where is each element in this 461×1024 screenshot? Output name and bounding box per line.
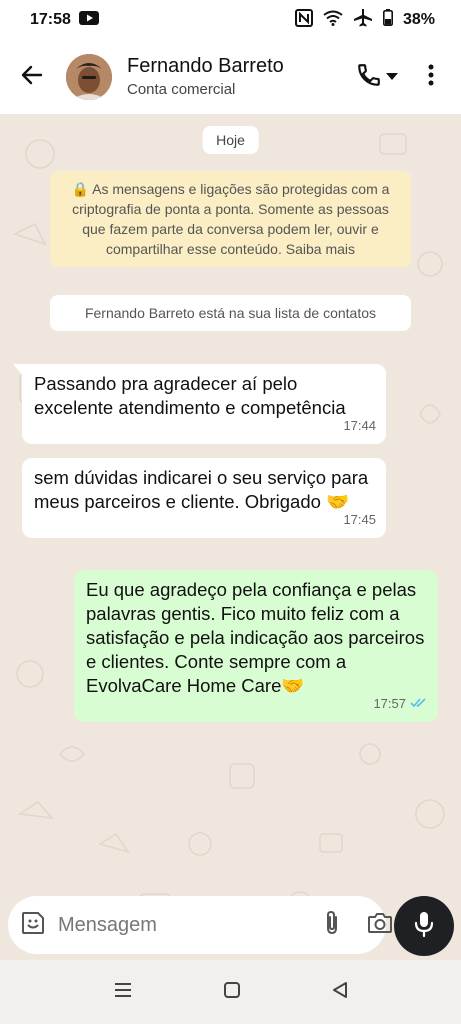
message-bubble-incoming[interactable]: Passando pra agradecer aí pelo excelente… <box>22 364 386 444</box>
menu-button[interactable] <box>415 57 447 97</box>
message-text: Passando pra agradecer aí pelo excelente… <box>34 373 346 418</box>
youtube-icon <box>78 10 99 30</box>
chevron-down-icon <box>386 68 398 86</box>
message-text: sem dúvidas indicarei o seu serviço para… <box>34 467 369 512</box>
contact-info[interactable]: Fernando Barreto Conta comercial <box>127 54 349 100</box>
composer-actions <box>323 910 393 941</box>
system-nav-bar <box>0 960 461 1024</box>
message-time-label: 17:45 <box>343 512 376 527</box>
message-bubble-incoming[interactable]: sem dúvidas indicarei o seu serviço para… <box>22 458 386 538</box>
chat-header: Fernando Barreto Conta comercial <box>0 40 461 114</box>
microphone-icon <box>413 910 435 943</box>
camera-icon[interactable] <box>367 912 393 939</box>
battery-icon <box>382 9 393 31</box>
message-bubble-outgoing[interactable]: Eu que agradeço pela confiança e pelas p… <box>74 570 438 722</box>
recents-icon[interactable] <box>114 982 132 1003</box>
date-chip: Hoje <box>202 126 259 154</box>
message-time-label: 17:57 <box>373 696 406 711</box>
double-check-icon <box>410 692 428 716</box>
status-left: 17:58 <box>30 10 99 30</box>
phone-icon <box>356 62 382 93</box>
contact-name: Fernando Barreto <box>127 55 284 77</box>
message-time: 17:57 <box>373 692 428 716</box>
message-time: 17:44 <box>343 414 376 438</box>
back-nav-icon[interactable] <box>332 981 348 1004</box>
status-bar: 17:58 38% <box>0 0 461 40</box>
message-text: Eu que agradeço pela confiança e pelas p… <box>86 579 425 696</box>
sticker-button[interactable] <box>20 909 46 941</box>
contact-subtitle: Conta comercial <box>127 81 236 98</box>
call-button[interactable] <box>349 57 405 97</box>
header-actions <box>349 57 447 97</box>
message-time-label: 17:44 <box>343 418 376 433</box>
airplane-icon <box>353 8 373 32</box>
encryption-notice[interactable]: 🔒 As mensagens e ligações são protegidas… <box>50 171 411 267</box>
back-button[interactable] <box>12 57 52 97</box>
sticker-icon <box>20 910 46 941</box>
composer <box>8 896 392 954</box>
chat-area[interactable]: Hoje 🔒 As mensagens e ligações são prote… <box>0 114 461 960</box>
status-time: 17:58 <box>30 11 71 28</box>
message-time: 17:45 <box>343 508 376 532</box>
wifi-icon <box>323 10 343 31</box>
status-right: 38% <box>294 8 435 32</box>
mic-button[interactable] <box>394 896 454 956</box>
battery-percent: 38% <box>402 11 435 28</box>
nfc-icon <box>294 8 313 32</box>
contact-notice: Fernando Barreto está na sua lista de co… <box>50 295 411 331</box>
more-vertical-icon <box>428 64 434 91</box>
avatar[interactable] <box>66 54 112 100</box>
arrow-left-icon <box>20 63 44 92</box>
paperclip-icon[interactable] <box>323 910 341 941</box>
home-icon[interactable] <box>223 981 240 1003</box>
message-input[interactable] <box>58 913 323 937</box>
